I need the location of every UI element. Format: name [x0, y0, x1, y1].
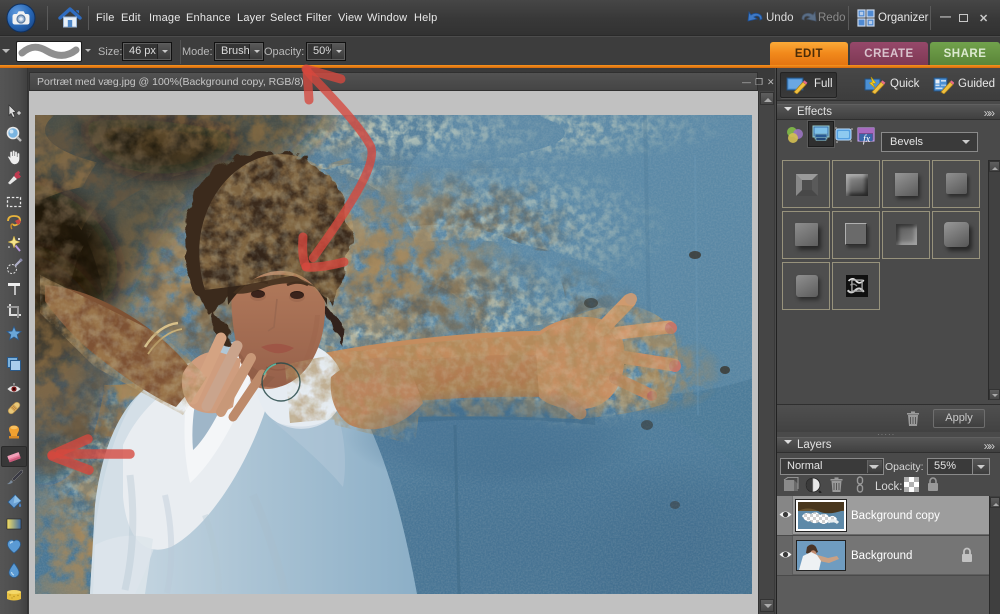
svg-text:fx: fx [863, 134, 871, 145]
